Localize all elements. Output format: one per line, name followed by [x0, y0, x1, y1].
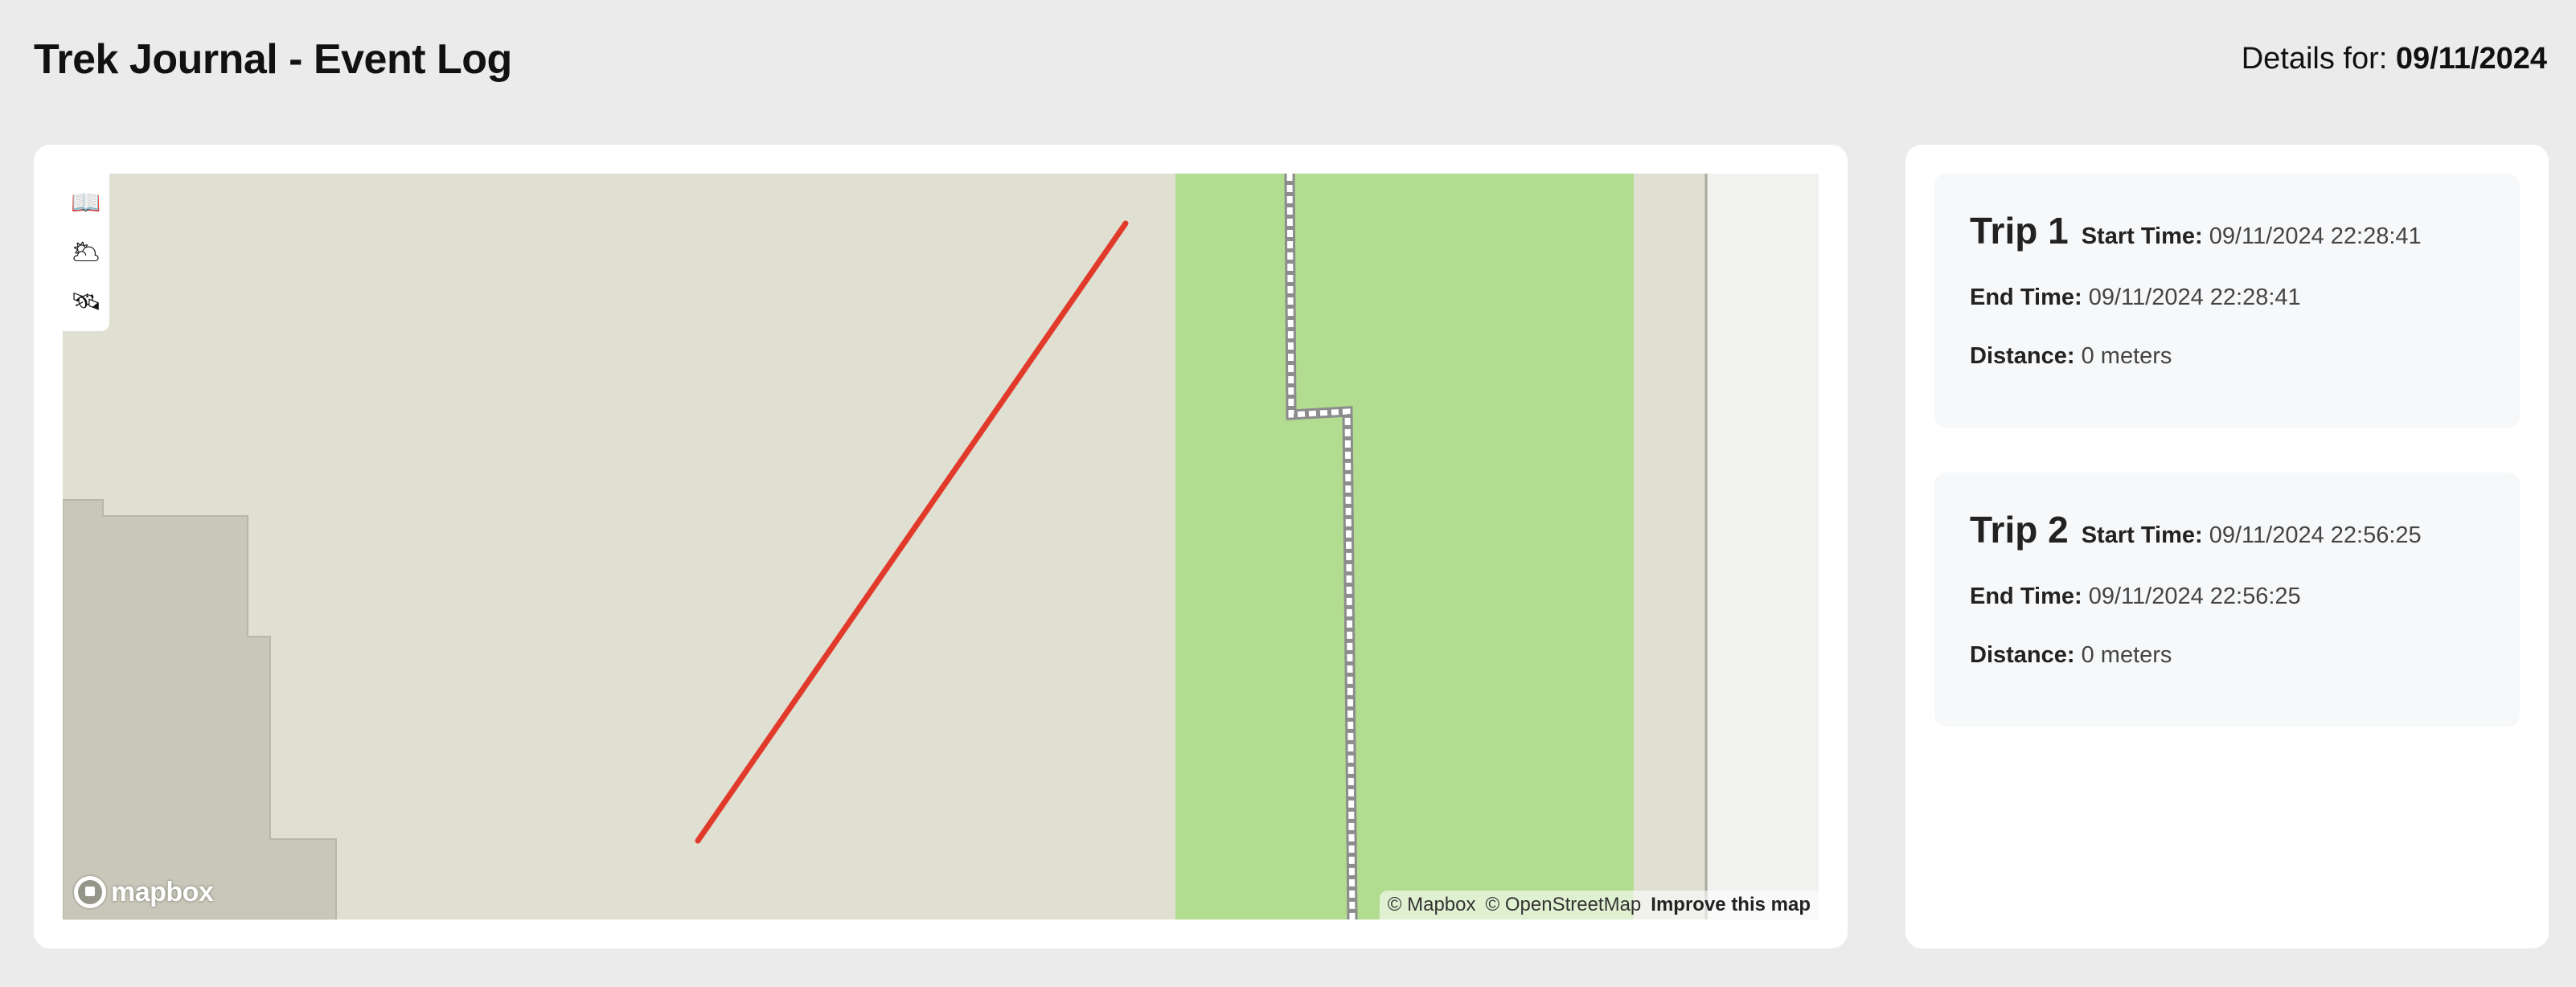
trip-details-panel: Trip 1 Start Time: 09/11/2024 22:28:41 E…	[1905, 145, 2549, 948]
satellite-icon[interactable]: 🛰	[68, 280, 105, 323]
start-time-value: 09/11/2024 22:28:41	[2209, 223, 2422, 249]
distance-label: Distance:	[1970, 642, 2075, 668]
improve-map-link[interactable]: Improve this map	[1651, 894, 1811, 916]
page-title: Trek Journal - Event Log	[34, 36, 512, 83]
book-icon[interactable]: 📖	[68, 182, 105, 225]
details-header: Details for: 09/11/2024	[2242, 42, 2547, 76]
map-park	[1175, 174, 1634, 919]
trip-start-time: Start Time: 09/11/2024 22:56:25	[2082, 522, 2422, 549]
map-water-edge	[1708, 174, 1819, 919]
map-card: 📖 🌥 🛰 mapbox © Mapbox © OpenStreetMap Im…	[34, 145, 1848, 948]
distance-value: 0 meters	[2081, 343, 2172, 369]
attribution-mapbox-link[interactable]: © Mapbox	[1388, 894, 1476, 916]
attribution-osm-link[interactable]: © OpenStreetMap	[1486, 894, 1642, 916]
map-canvas[interactable]	[63, 174, 1819, 919]
trip-distance: Distance: 0 meters	[1970, 343, 2484, 370]
weather-icon[interactable]: 🌥	[68, 231, 105, 274]
distance-label: Distance:	[1970, 343, 2075, 369]
trip-card[interactable]: Trip 1 Start Time: 09/11/2024 22:28:41 E…	[1934, 174, 2520, 428]
mapbox-logo-text: mapbox	[111, 876, 214, 907]
trip-end-time: End Time: 09/11/2024 22:28:41	[1970, 285, 2484, 311]
end-time-label: End Time:	[1970, 285, 2082, 310]
map[interactable]: 📖 🌥 🛰 mapbox © Mapbox © OpenStreetMap Im…	[63, 174, 1819, 919]
map-attribution: © Mapbox © OpenStreetMap Improve this ma…	[1379, 891, 1819, 919]
end-time-label: End Time:	[1970, 584, 2082, 609]
map-controls: 📖 🌥 🛰	[63, 174, 109, 331]
details-date: 09/11/2024	[2395, 42, 2547, 76]
trip-header: Trip 1 Start Time: 09/11/2024 22:28:41	[1970, 209, 2484, 252]
end-time-value: 09/11/2024 22:28:41	[2088, 285, 2301, 310]
trip-card[interactable]: Trip 2 Start Time: 09/11/2024 22:56:25 E…	[1934, 473, 2520, 727]
end-time-value: 09/11/2024 22:56:25	[2088, 584, 2301, 609]
trip-distance: Distance: 0 meters	[1970, 642, 2484, 669]
distance-value: 0 meters	[2081, 642, 2172, 668]
start-time-value: 09/11/2024 22:56:25	[2209, 522, 2422, 548]
map-roadside	[1634, 174, 1711, 919]
trip-header: Trip 2 Start Time: 09/11/2024 22:56:25	[1970, 508, 2484, 551]
mapbox-logo-icon	[74, 876, 106, 908]
trip-end-time: End Time: 09/11/2024 22:56:25	[1970, 584, 2484, 610]
start-time-label: Start Time:	[2081, 223, 2203, 249]
details-label: Details for:	[2241, 42, 2388, 76]
trip-name: Trip 1	[1970, 210, 2069, 252]
trip-name: Trip 2	[1970, 509, 2069, 551]
trip-start-time: Start Time: 09/11/2024 22:28:41	[2082, 223, 2422, 250]
mapbox-logo[interactable]: mapbox	[74, 876, 214, 908]
start-time-label: Start Time:	[2081, 522, 2203, 548]
